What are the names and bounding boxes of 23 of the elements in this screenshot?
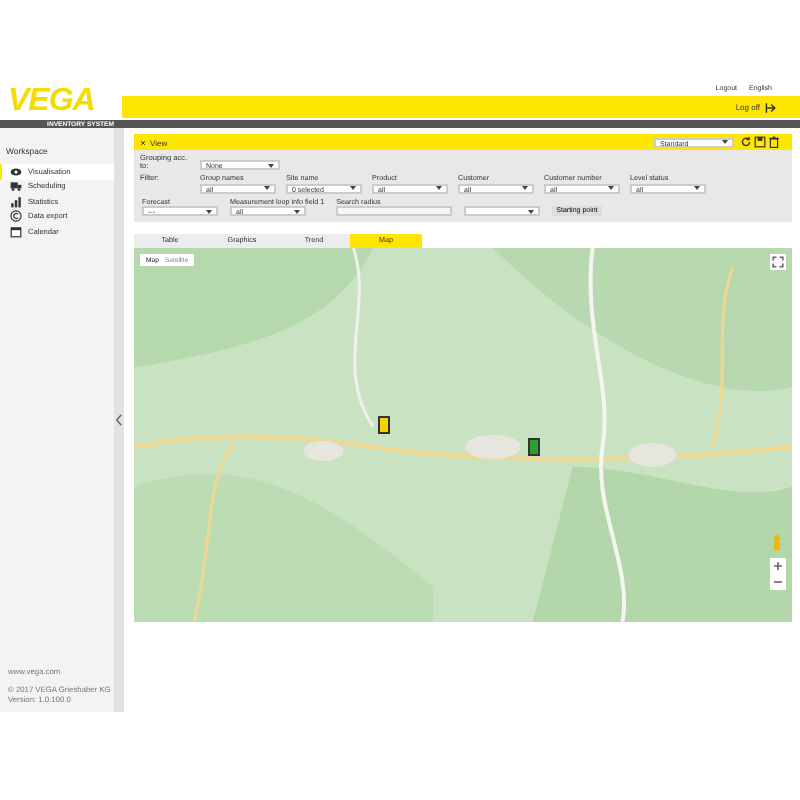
calendar-icon: [10, 225, 22, 238]
caret-icon: [522, 186, 528, 190]
bar-chart-icon: [10, 195, 22, 208]
caret-icon: [350, 186, 356, 190]
collapse-icon[interactable]: [116, 414, 122, 426]
caret-icon: [294, 209, 300, 213]
caret-icon: [206, 209, 212, 213]
close-icon[interactable]: [140, 139, 146, 145]
caret-icon: [608, 186, 614, 190]
search-radius-field[interactable]: [336, 206, 453, 216]
refresh-icon[interactable]: [740, 136, 752, 148]
save-icon[interactable]: [754, 136, 766, 148]
truck-icon: [10, 180, 22, 193]
caret-icon: [268, 163, 274, 167]
eye-icon: [10, 165, 22, 178]
delete-icon[interactable]: [768, 136, 780, 148]
logo: VEGA: [6, 82, 97, 120]
caret-icon: [694, 186, 700, 190]
caret-icon: [436, 186, 442, 190]
exit-icon[interactable]: [764, 101, 776, 113]
caret-icon: [722, 140, 728, 144]
caret-icon: [528, 209, 535, 213]
caret-icon: [264, 186, 270, 190]
